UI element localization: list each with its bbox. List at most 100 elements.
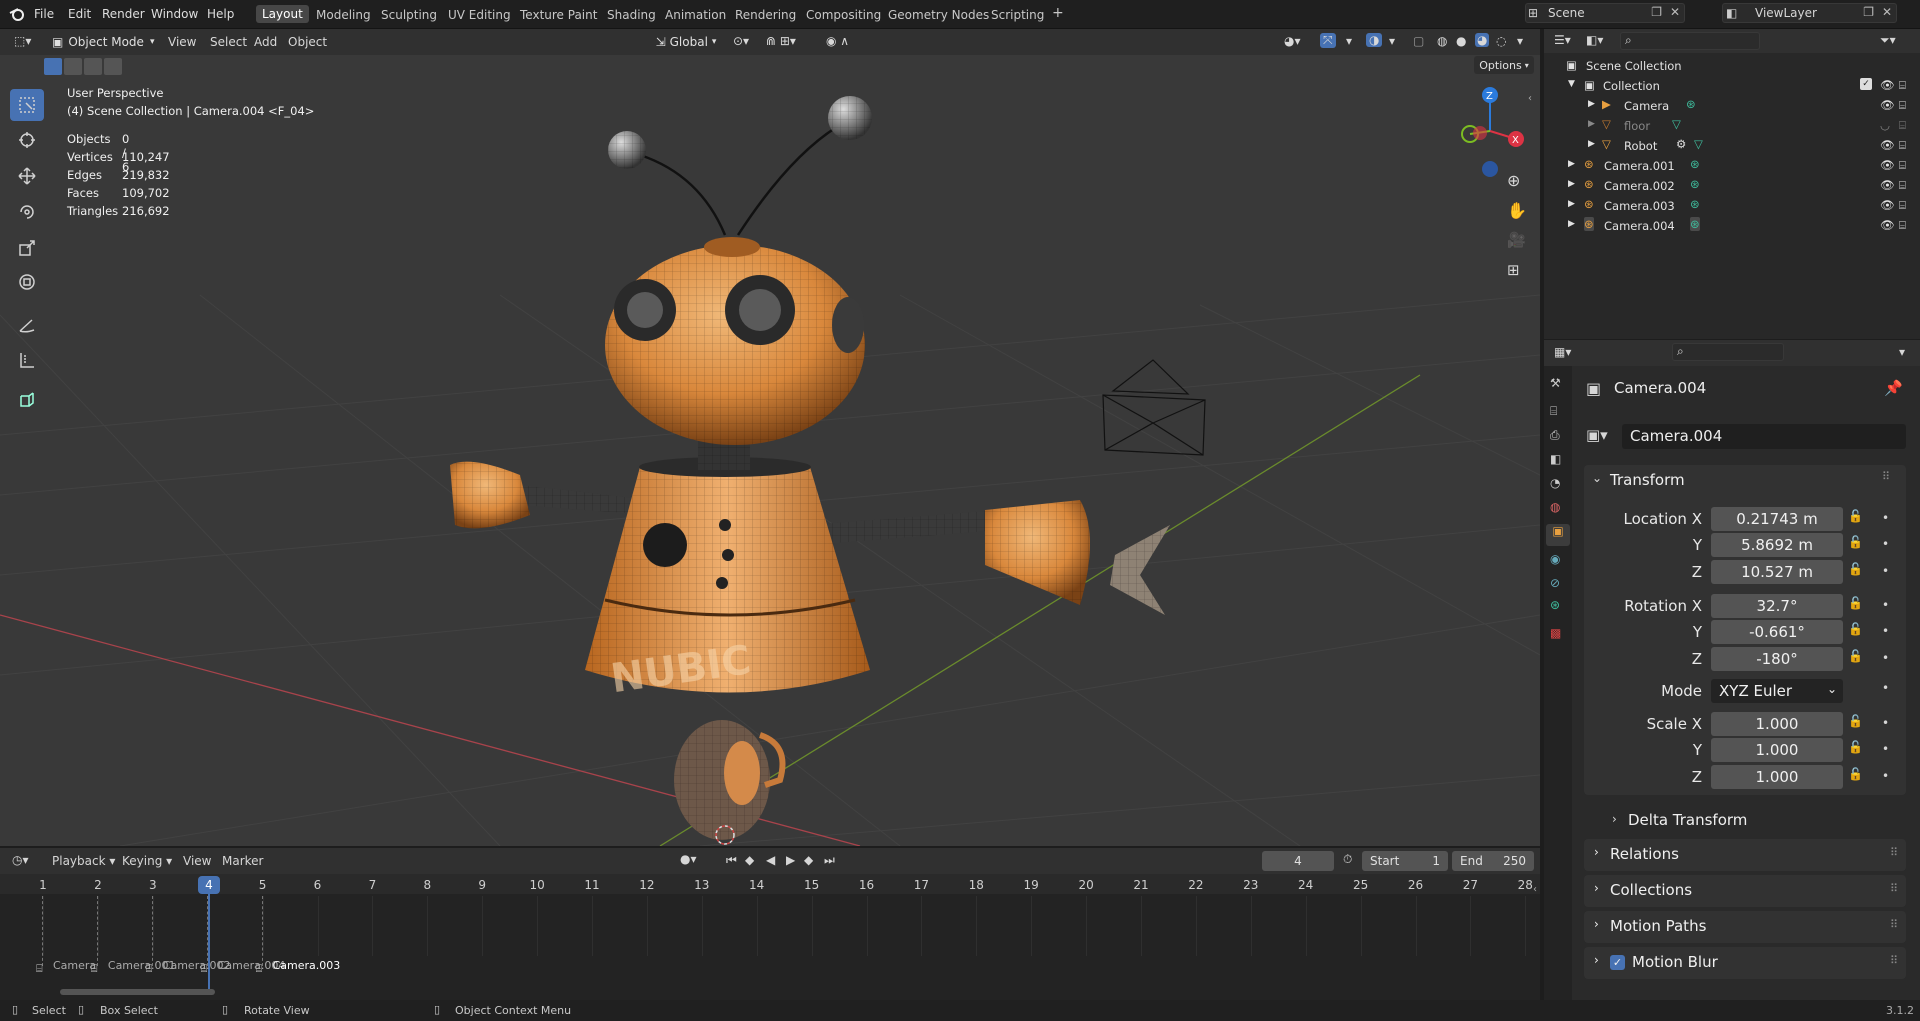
visibility-icon[interactable]: ◕▾	[1284, 34, 1301, 48]
properties-search-input[interactable]: ⌕	[1672, 343, 1784, 361]
transform-header[interactable]: Transform	[1610, 471, 1685, 489]
camera-marker-icon[interactable]: ⌸	[201, 962, 208, 976]
menu-keying[interactable]: Keying ▾	[122, 854, 172, 868]
rotation-y-field[interactable]: -0.661°	[1711, 620, 1843, 644]
eye-icon[interactable]: 👁	[1880, 158, 1895, 172]
jump-end-icon[interactable]: ⏭	[824, 853, 835, 868]
solid-shading-icon[interactable]: ●	[1456, 34, 1466, 48]
tab-geometry-nodes[interactable]: Geometry Nodes	[888, 8, 989, 22]
camera-render-icon[interactable]: ⌸	[1899, 98, 1906, 113]
tab-texture-paint[interactable]: Texture Paint	[520, 8, 597, 22]
overlays-dropdown-icon[interactable]: ▾	[1389, 34, 1395, 48]
object-name-field[interactable]: Camera.004	[1622, 424, 1906, 449]
eye-icon[interactable]: 👁	[1880, 138, 1895, 152]
perspective-grid-icon[interactable]: ⊞	[1507, 261, 1520, 279]
lock-icon[interactable]: 🔓	[1848, 596, 1863, 610]
menu-file[interactable]: File	[34, 7, 54, 21]
camera-render-icon[interactable]: ⌸	[1899, 178, 1906, 193]
close-icon[interactable]: ✕	[1882, 5, 1892, 19]
motion-paths-section[interactable]: › Motion Paths ⠿	[1584, 911, 1906, 943]
3d-viewport[interactable]: ⬚▾ ▣ Object Mode ▾ View Select Add Object …	[0, 29, 1540, 846]
proportional-edit-icon[interactable]: ◉ ∧	[826, 34, 849, 48]
collapse-arrow-icon[interactable]: ⌄	[1592, 471, 1602, 485]
eye-icon[interactable]: 👁	[1880, 78, 1895, 92]
play-reverse-icon[interactable]: ◀	[766, 853, 775, 867]
menu-add[interactable]: Add	[254, 35, 277, 49]
drag-handle-icon[interactable]: ⠿	[1890, 954, 1898, 967]
list-item[interactable]: ▶ ⊛ Camera.002 ⊛ 👁 ⌸	[1544, 176, 1920, 196]
keyframe-dot-icon[interactable]: •	[1882, 511, 1889, 525]
tab-animation[interactable]: Animation	[665, 8, 726, 22]
list-item[interactable]: ▶ ▽ floor ▽ ◡ ⌸	[1544, 116, 1920, 136]
menu-select[interactable]: Select	[210, 35, 247, 49]
end-frame-field[interactable]: End 250	[1452, 851, 1534, 871]
gizmo-dropdown-icon[interactable]: ▾	[1346, 34, 1352, 48]
gizmo-neg-z-axis[interactable]	[1482, 161, 1498, 177]
constraints-tab-icon[interactable]: ⊘	[1550, 576, 1560, 590]
menu-render[interactable]: Render	[102, 7, 145, 21]
tab-sculpting[interactable]: Sculpting	[381, 8, 437, 22]
texture-tab-icon[interactable]: ▩	[1550, 626, 1561, 640]
add-workspace-button[interactable]: +	[1052, 5, 1064, 21]
close-icon[interactable]: ✕	[1670, 5, 1680, 19]
menu-playback[interactable]: Playback ▾	[52, 854, 115, 868]
camera-marker-icon[interactable]: ⌸	[91, 962, 98, 976]
camera-view-icon[interactable]: 🎥	[1507, 231, 1526, 249]
keyframe-dot-icon[interactable]: •	[1882, 681, 1889, 695]
expand-arrow-icon[interactable]: ▶	[1568, 179, 1575, 189]
physics-tab-icon[interactable]: ◉	[1550, 552, 1560, 566]
scale-z-field[interactable]: 1.000	[1711, 765, 1843, 789]
prev-keyframe-icon[interactable]: ◆	[745, 853, 754, 867]
timeline-scrollbar[interactable]	[60, 989, 215, 995]
tab-compositing[interactable]: Compositing	[806, 8, 881, 22]
keyframe-dot-icon[interactable]: •	[1882, 564, 1889, 578]
next-keyframe-icon[interactable]: ◆	[804, 853, 813, 867]
delta-transform-subpanel[interactable]: Delta Transform	[1628, 811, 1747, 829]
list-item[interactable]: ▶ ⊛ Camera.003 ⊛ 👁 ⌸	[1544, 196, 1920, 216]
eye-icon[interactable]: 👁	[1880, 218, 1895, 232]
list-item[interactable]: ▶ ▶ Camera ⊛ 👁 ⌸	[1544, 96, 1920, 116]
camera-marker-icon[interactable]: ⌸	[256, 962, 263, 976]
menu-view[interactable]: View	[183, 854, 211, 868]
list-item[interactable]: ▼ ▣ Collection ✓ 👁 ⌸	[1544, 76, 1920, 96]
sidebar-toggle-icon[interactable]: ‹	[1533, 884, 1537, 895]
motion-blur-section[interactable]: › ✓ Motion Blur ⠿	[1584, 947, 1906, 979]
camera-render-icon[interactable]: ⌸	[1899, 198, 1906, 213]
expand-arrow-icon[interactable]: ▶	[1588, 139, 1595, 149]
checkbox[interactable]: ✓	[1860, 78, 1872, 90]
lock-icon[interactable]: 🔓	[1848, 509, 1863, 523]
keyframe-dot-icon[interactable]: •	[1882, 716, 1889, 730]
tab-shading[interactable]: Shading	[607, 8, 656, 22]
expand-arrow-icon[interactable]: ▶	[1568, 199, 1575, 209]
data-tab-icon[interactable]: ⊛	[1550, 598, 1560, 612]
rotation-z-field[interactable]: -180°	[1711, 647, 1843, 671]
lock-icon[interactable]: 🔓	[1848, 649, 1863, 663]
pivot-icon[interactable]: ⊙▾	[733, 34, 749, 48]
gizmo-toggle-icon[interactable]: ⤧	[1320, 33, 1336, 48]
transform-orientation[interactable]: ⇲ Global ▾	[645, 32, 727, 52]
overlays-icon[interactable]: ◑	[1366, 33, 1383, 47]
expand-arrow-icon[interactable]: ▶	[1588, 119, 1595, 129]
editor-type-icon[interactable]: ◷▾	[12, 853, 29, 867]
rotation-x-field[interactable]: 32.7°	[1711, 594, 1843, 618]
list-item[interactable]: ▶ ⊛ Camera.001 ⊛ 👁 ⌸	[1544, 156, 1920, 176]
snap-icon[interactable]: ⋒ ⊞▾	[766, 34, 796, 48]
location-y-field[interactable]: 5.8692 m	[1711, 533, 1843, 557]
rotation-mode-select[interactable]: XYZ Euler ⌄	[1711, 679, 1843, 703]
material-shading-icon[interactable]: ◕	[1475, 33, 1490, 47]
preview-range-icon[interactable]: ⏱	[1343, 852, 1352, 867]
list-item[interactable]: ▣ Scene Collection	[1544, 56, 1920, 76]
keyframe-dot-icon[interactable]: •	[1882, 598, 1889, 612]
lock-icon[interactable]: 🔓	[1848, 535, 1863, 549]
pin-icon[interactable]: 📌	[1884, 379, 1903, 397]
drag-handle-icon[interactable]: ⠿	[1882, 470, 1890, 483]
rendered-shading-icon[interactable]: ◌	[1496, 34, 1506, 48]
pan-hand-icon[interactable]: ✋	[1507, 201, 1527, 220]
eye-icon[interactable]: 👁	[1880, 98, 1895, 112]
marker-label[interactable]: Camera	[53, 959, 96, 972]
start-frame-field[interactable]: Start 1	[1362, 851, 1448, 871]
outliner-search-input[interactable]: ⌕	[1620, 32, 1760, 50]
scale-y-field[interactable]: 1.000	[1711, 738, 1843, 762]
camera-render-icon[interactable]: ⌸	[1899, 78, 1906, 93]
editor-type-icon[interactable]: ▦▾	[1554, 345, 1571, 359]
